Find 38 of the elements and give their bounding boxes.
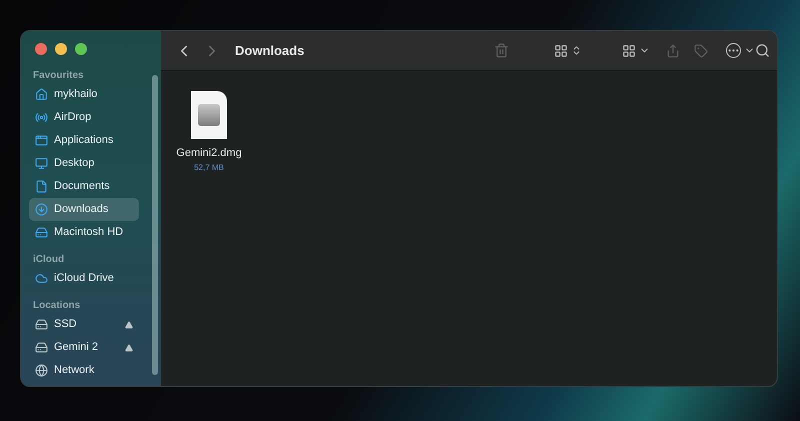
download-icon (35, 203, 48, 216)
scrollbar[interactable] (152, 75, 158, 375)
sidebar-item[interactable]: AirDrop (29, 106, 139, 129)
eject-icon[interactable] (125, 344, 133, 352)
sidebar-item[interactable]: mykhailo (29, 83, 139, 106)
section-heading: Locations (32, 299, 82, 313)
hard-drive-icon (35, 226, 48, 239)
grid-view-icon[interactable] (554, 44, 568, 58)
home-icon (35, 88, 48, 101)
file-size: 52,7 MB (194, 162, 224, 174)
sidebar-item[interactable]: Downloads (29, 198, 139, 221)
airdrop-icon (35, 111, 48, 124)
more-icon[interactable] (726, 43, 742, 58)
close-button[interactable] (35, 43, 47, 55)
section-heading: iCloud (32, 253, 66, 267)
sidebar-item[interactable]: SSD (29, 313, 139, 336)
file-name: Gemini2.dmg (176, 146, 242, 161)
sidebar-item[interactable]: Gemini 2 (29, 336, 139, 359)
sidebar-item[interactable]: iCloud Drive (29, 267, 139, 290)
drive-icon (35, 318, 48, 331)
eject-icon[interactable] (125, 320, 133, 328)
sidebar-item[interactable]: Network (29, 359, 139, 382)
window-title: Downloads (235, 42, 304, 60)
drive-icon (35, 341, 48, 354)
globe-icon (35, 364, 48, 377)
document-icon (35, 180, 48, 193)
desktop-icon (35, 157, 48, 170)
sidebar-item[interactable]: Desktop (29, 152, 139, 175)
section-heading: Favourites (32, 69, 85, 83)
zoom-button[interactable] (75, 43, 87, 55)
file-item[interactable]: Gemini2.dmg 52,7 MB (175, 91, 243, 174)
disk-image-icon (191, 91, 227, 139)
search-icon[interactable] (755, 43, 770, 58)
cloud-icon (35, 272, 48, 285)
sidebar-item[interactable]: Applications (29, 129, 139, 152)
sidebar-item[interactable]: Macintosh HD (29, 221, 139, 244)
sidebar-item[interactable]: Documents (29, 175, 139, 198)
minimize-button[interactable] (55, 43, 67, 55)
